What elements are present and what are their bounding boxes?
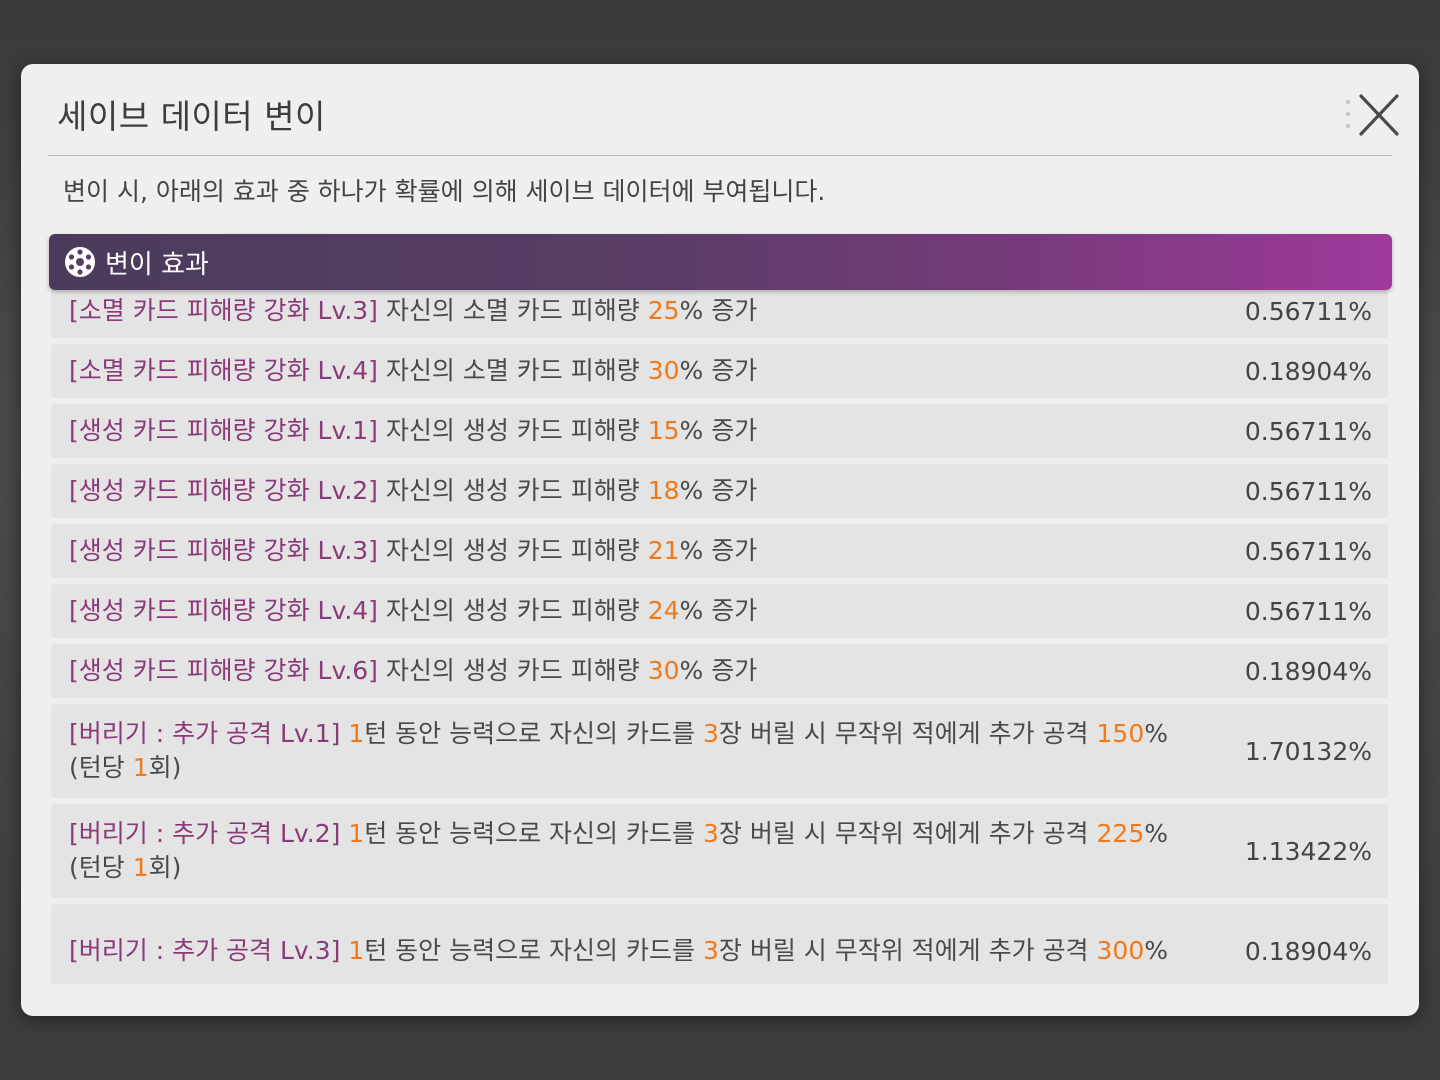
- effect-text: 자신의 생성 카드 피해량: [377, 476, 648, 505]
- effect-row: [생성 카드 피해량 강화 Lv.6] 자신의 생성 카드 피해량 30% 증가…: [51, 644, 1388, 698]
- effect-probability: 1.70132%: [1244, 736, 1372, 766]
- effect-probability: 0.18904%: [1244, 936, 1372, 966]
- effect-description: [소멸 카드 피해량 강화 Lv.4] 자신의 소멸 카드 피해량 30% 증가: [69, 349, 1202, 393]
- effect-text: % 증가: [679, 296, 758, 325]
- effect-tag: [버리기 : 추가 공격 Lv.2]: [69, 819, 341, 848]
- effect-description: [버리기 : 추가 공격 Lv.3] 1턴 동안 능력으로 자신의 카드를 3장…: [69, 929, 1202, 973]
- effect-value: 30: [647, 656, 680, 685]
- effect-text: 자신의 생성 카드 피해량: [377, 596, 648, 625]
- effect-tag: [생성 카드 피해량 강화 Lv.6]: [69, 656, 378, 685]
- effect-text: % 증가: [679, 476, 758, 505]
- effect-tag: [생성 카드 피해량 강화 Lv.4]: [69, 596, 378, 625]
- effect-text: % 증가: [679, 416, 758, 445]
- effect-row: [소멸 카드 피해량 강화 Lv.4] 자신의 소멸 카드 피해량 30% 증가…: [51, 344, 1388, 398]
- effect-value: 15: [647, 416, 680, 445]
- dialog-description: 변이 시, 아래의 효과 중 하나가 확률에 의해 세이브 데이터에 부여됩니다…: [63, 177, 826, 206]
- effect-tag: [버리기 : 추가 공격 Lv.3]: [69, 936, 341, 965]
- effect-value: 300: [1096, 936, 1145, 965]
- effect-text: 장 버릴 시 무작위 적에게 추가 공격: [718, 719, 1097, 748]
- effect-text: 장 버릴 시 무작위 적에게 추가 공격: [718, 936, 1097, 965]
- effect-description: [소멸 카드 피해량 강화 Lv.3] 자신의 소멸 카드 피해량 25% 증가: [69, 289, 1202, 333]
- effect-description: [버리기 : 추가 공격 Lv.1] 1턴 동안 능력으로 자신의 카드를 3장…: [69, 712, 1202, 790]
- effect-value: 21: [647, 536, 680, 565]
- effect-value: 3: [702, 719, 719, 748]
- effect-value: 225: [1096, 819, 1145, 848]
- effect-row: [버리기 : 추가 공격 Lv.1] 1턴 동안 능력으로 자신의 카드를 3장…: [51, 704, 1388, 798]
- effect-text: % 증가: [679, 356, 758, 385]
- effect-text: 턴 동안 능력으로 자신의 카드를: [364, 936, 703, 965]
- effect-probability: 0.56711%: [1244, 296, 1372, 326]
- effect-value: 1: [348, 719, 365, 748]
- close-icon: [1345, 94, 1399, 136]
- mutation-dialog: 세이브 데이터 변이 변이 시, 아래의 효과 중 하나가 확률에 의해 세이브…: [21, 64, 1419, 1016]
- effect-probability: 0.56711%: [1244, 596, 1372, 626]
- effect-probability: 0.56711%: [1244, 416, 1372, 446]
- dialog-title: 세이브 데이터 변이: [57, 97, 326, 136]
- effects-list-viewport[interactable]: [소멸 카드 피해량 강화 Lv.2] 자신의 소멸 카드 피해량 20% 증가…: [49, 264, 1392, 984]
- effects-header-label: 변이 효과: [105, 249, 209, 280]
- effect-value: 150: [1096, 719, 1145, 748]
- effect-value: 30: [647, 356, 680, 385]
- effect-text: 자신의 소멸 카드 피해량: [377, 356, 648, 385]
- close-button[interactable]: [1345, 88, 1401, 144]
- effect-text: 자신의 생성 카드 피해량: [377, 656, 648, 685]
- effect-text: %: [1144, 936, 1168, 965]
- effect-row: [생성 카드 피해량 강화 Lv.4] 자신의 생성 카드 피해량 24% 증가…: [51, 584, 1388, 638]
- effect-text: % 증가: [679, 536, 758, 565]
- effect-description: [생성 카드 피해량 강화 Lv.4] 자신의 생성 카드 피해량 24% 증가: [69, 589, 1202, 633]
- effect-text: 회): [148, 753, 182, 782]
- effect-description: [생성 카드 피해량 강화 Lv.2] 자신의 생성 카드 피해량 18% 증가: [69, 469, 1202, 513]
- effect-text: 자신의 생성 카드 피해량: [377, 416, 648, 445]
- effect-row: [버리기 : 추가 공격 Lv.3] 1턴 동안 능력으로 자신의 카드를 3장…: [51, 904, 1388, 984]
- effect-tag: [소멸 카드 피해량 강화 Lv.3]: [69, 296, 378, 325]
- title-divider: [48, 155, 1392, 156]
- effect-probability: 0.18904%: [1244, 356, 1372, 386]
- effect-row: [버리기 : 추가 공격 Lv.2] 1턴 동안 능력으로 자신의 카드를 3장…: [51, 804, 1388, 898]
- effect-probability: 0.18904%: [1244, 656, 1372, 686]
- effect-value: 3: [702, 936, 719, 965]
- effect-tag: [버리기 : 추가 공격 Lv.1]: [69, 719, 341, 748]
- effect-value: 1: [348, 819, 365, 848]
- effect-text: 턴 동안 능력으로 자신의 카드를: [364, 819, 703, 848]
- effect-probability: 0.56711%: [1244, 476, 1372, 506]
- effect-tag: [소멸 카드 피해량 강화 Lv.4]: [69, 356, 378, 385]
- mutation-icon: [65, 247, 95, 277]
- effect-value: 3: [702, 819, 719, 848]
- effect-description: [버리기 : 추가 공격 Lv.2] 1턴 동안 능력으로 자신의 카드를 3장…: [69, 812, 1202, 890]
- effect-value: 1: [132, 753, 149, 782]
- effect-value: 25: [647, 296, 680, 325]
- effect-row: [생성 카드 피해량 강화 Lv.3] 자신의 생성 카드 피해량 21% 증가…: [51, 524, 1388, 578]
- effect-tag: [생성 카드 피해량 강화 Lv.1]: [69, 416, 378, 445]
- effect-description: [생성 카드 피해량 강화 Lv.6] 자신의 생성 카드 피해량 30% 증가: [69, 649, 1202, 693]
- effect-value: 24: [647, 596, 680, 625]
- effect-description: [생성 카드 피해량 강화 Lv.3] 자신의 생성 카드 피해량 21% 증가: [69, 529, 1202, 573]
- effect-value: 1: [132, 853, 149, 882]
- effect-description: [생성 카드 피해량 강화 Lv.1] 자신의 생성 카드 피해량 15% 증가: [69, 409, 1202, 453]
- effects-header: 변이 효과: [49, 234, 1392, 290]
- effects-list: [소멸 카드 피해량 강화 Lv.2] 자신의 소멸 카드 피해량 20% 증가…: [51, 264, 1388, 984]
- effect-value: 1: [348, 936, 365, 965]
- effect-tag: [생성 카드 피해량 강화 Lv.2]: [69, 476, 378, 505]
- effect-row: [생성 카드 피해량 강화 Lv.2] 자신의 생성 카드 피해량 18% 증가…: [51, 464, 1388, 518]
- effect-probability: 1.13422%: [1244, 836, 1372, 866]
- effect-row: [소멸 카드 피해량 강화 Lv.3] 자신의 소멸 카드 피해량 25% 증가…: [51, 284, 1388, 338]
- effect-value: 18: [647, 476, 680, 505]
- effect-tag: [생성 카드 피해량 강화 Lv.3]: [69, 536, 378, 565]
- effect-text: 자신의 생성 카드 피해량: [377, 536, 648, 565]
- effect-text: 자신의 소멸 카드 피해량: [377, 296, 648, 325]
- effect-text: % 증가: [679, 596, 758, 625]
- effect-text: 회): [148, 853, 182, 882]
- effect-probability: 0.56711%: [1244, 536, 1372, 566]
- effect-text: 턴 동안 능력으로 자신의 카드를: [364, 719, 703, 748]
- effect-row: [생성 카드 피해량 강화 Lv.1] 자신의 생성 카드 피해량 15% 증가…: [51, 404, 1388, 458]
- effect-text: % 증가: [679, 656, 758, 685]
- effect-text: 장 버릴 시 무작위 적에게 추가 공격: [718, 819, 1097, 848]
